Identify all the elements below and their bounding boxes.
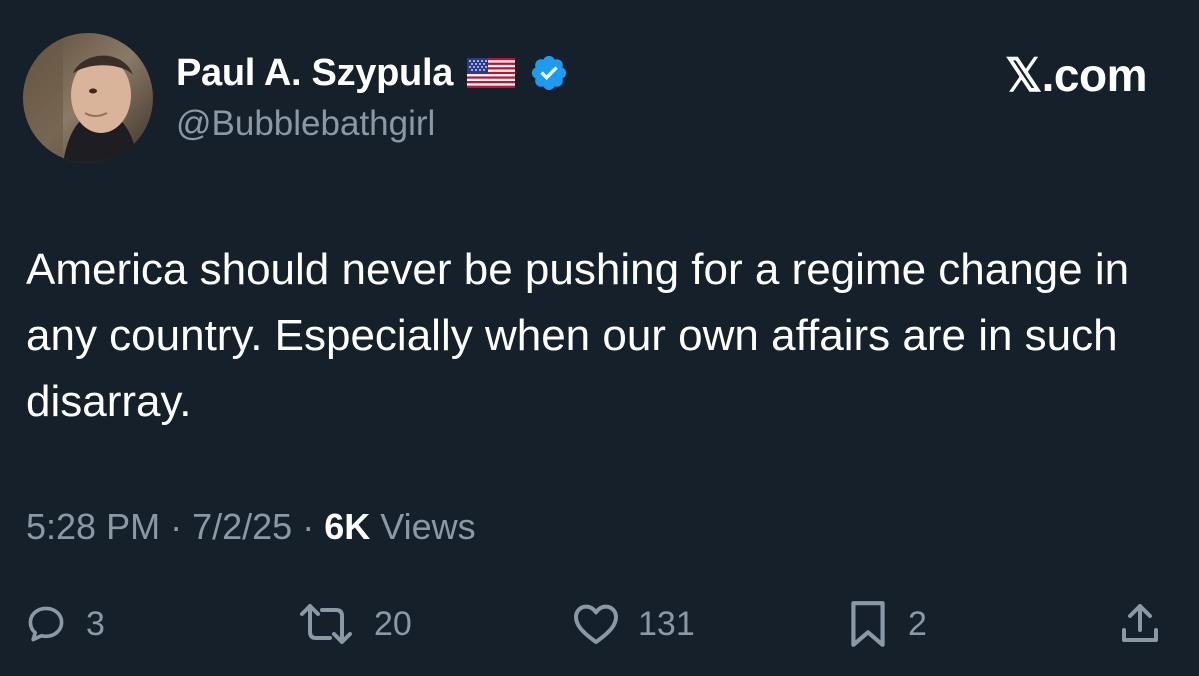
share-button[interactable] — [1116, 596, 1164, 652]
repost-button[interactable]: 20 — [296, 596, 412, 652]
heart-icon — [574, 604, 618, 644]
meta-separator: · — [302, 506, 325, 547]
meta-separator: · — [170, 506, 193, 547]
display-name[interactable]: Paul A. Szypula — [176, 52, 453, 95]
repost-icon — [300, 604, 352, 644]
reply-icon — [28, 606, 64, 642]
tweet-text: America should never be pushing for a re… — [26, 245, 1130, 426]
us-flag-icon — [467, 58, 516, 88]
tweet-date[interactable]: 7/2/25 — [192, 506, 292, 547]
tweet-meta: 5:28 PM · 7/2/25 · 6K Views — [26, 506, 476, 548]
tweet-time[interactable]: 5:28 PM — [26, 506, 160, 547]
avatar[interactable] — [23, 33, 153, 163]
author-handle[interactable]: @Bubblebathgirl — [176, 104, 435, 144]
like-button[interactable]: 131 — [572, 596, 695, 652]
bookmark-count: 2 — [908, 604, 927, 643]
share-icon — [1122, 604, 1158, 642]
reply-button[interactable]: 3 — [24, 596, 105, 652]
bookmark-icon — [851, 601, 885, 647]
tweet-card: Paul A. Szypula @Bubblebathgirl 𝕏.com Am… — [0, 0, 1199, 676]
avatar-image — [23, 33, 153, 163]
like-count: 131 — [638, 604, 695, 643]
author-row: Paul A. Szypula — [176, 48, 569, 98]
reply-count: 3 — [86, 604, 105, 643]
views-label: Views — [380, 506, 476, 547]
bookmark-button[interactable]: 2 — [846, 596, 927, 652]
x-logo: 𝕏.com — [1005, 49, 1147, 101]
repost-count: 20 — [374, 604, 412, 643]
verified-badge-icon[interactable] — [529, 53, 569, 93]
views-count: 6K — [324, 506, 371, 547]
action-bar: 3 20 131 2 — [0, 596, 1199, 652]
